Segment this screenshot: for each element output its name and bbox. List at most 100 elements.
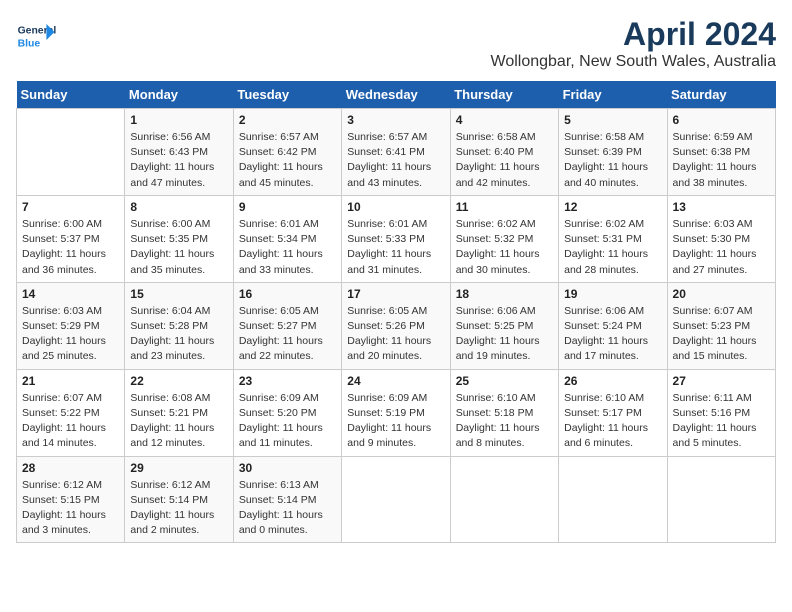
- calendar-table: SundayMondayTuesdayWednesdayThursdayFrid…: [16, 81, 776, 543]
- calendar-day-cell: 22 Sunrise: 6:08 AM Sunset: 5:21 PM Dayli…: [125, 369, 233, 456]
- calendar-day-cell: 2 Sunrise: 6:57 AM Sunset: 6:42 PM Daylig…: [233, 109, 341, 196]
- calendar-week-row: 21 Sunrise: 6:07 AM Sunset: 5:22 PM Dayli…: [17, 369, 776, 456]
- day-info: Sunrise: 6:12 AM Sunset: 5:15 PM Dayligh…: [22, 478, 119, 539]
- day-number: 25: [456, 374, 553, 388]
- calendar-week-row: 14 Sunrise: 6:03 AM Sunset: 5:29 PM Dayli…: [17, 282, 776, 369]
- day-number: 29: [130, 461, 227, 475]
- logo: General Blue: [16, 16, 62, 56]
- day-of-week-header: Thursday: [450, 81, 558, 109]
- calendar-day-cell: 26Sunrise: 6:10 AM Sunset: 5:17 PM Dayli…: [559, 369, 667, 456]
- calendar-day-cell: 19 Sunrise: 6:06 AM Sunset: 5:24 PM Dayli…: [559, 282, 667, 369]
- calendar-day-cell: 14 Sunrise: 6:03 AM Sunset: 5:29 PM Dayli…: [17, 282, 125, 369]
- day-number: 9: [239, 200, 336, 214]
- day-info: Sunrise: 6:02 AM Sunset: 5:32 PM Dayligh…: [456, 217, 553, 278]
- calendar-week-row: 7 Sunrise: 6:00 AM Sunset: 5:37 PM Daylig…: [17, 195, 776, 282]
- page-header: General Blue April 2024 Wollongbar, New …: [16, 16, 776, 71]
- calendar-day-cell: 4 Sunrise: 6:58 AM Sunset: 6:40 PM Daylig…: [450, 109, 558, 196]
- day-info: Sunrise: 6:59 AM Sunset: 6:38 PM Dayligh…: [673, 130, 770, 191]
- calendar-day-cell: 18Sunrise: 6:06 AM Sunset: 5:25 PM Dayli…: [450, 282, 558, 369]
- calendar-day-cell: 12 Sunrise: 6:02 AM Sunset: 5:31 PM Dayli…: [559, 195, 667, 282]
- day-number: 5: [564, 113, 661, 127]
- calendar-day-cell: 28Sunrise: 6:12 AM Sunset: 5:15 PM Dayli…: [17, 456, 125, 543]
- day-info: Sunrise: 6:07 AM Sunset: 5:22 PM Dayligh…: [22, 391, 119, 452]
- calendar-day-cell: [667, 456, 775, 543]
- day-info: Sunrise: 6:00 AM Sunset: 5:37 PM Dayligh…: [22, 217, 119, 278]
- day-number: 2: [239, 113, 336, 127]
- calendar-day-cell: [450, 456, 558, 543]
- svg-text:Blue: Blue: [18, 38, 41, 49]
- day-info: Sunrise: 6:03 AM Sunset: 5:30 PM Dayligh…: [673, 217, 770, 278]
- day-info: Sunrise: 6:06 AM Sunset: 5:24 PM Dayligh…: [564, 304, 661, 365]
- day-number: 8: [130, 200, 227, 214]
- day-info: Sunrise: 6:02 AM Sunset: 5:31 PM Dayligh…: [564, 217, 661, 278]
- calendar-day-cell: 25 Sunrise: 6:10 AM Sunset: 5:18 PM Dayli…: [450, 369, 558, 456]
- day-of-week-header: Monday: [125, 81, 233, 109]
- day-number: 3: [347, 113, 444, 127]
- day-number: 27: [673, 374, 770, 388]
- month-year: April 2024: [491, 16, 776, 53]
- day-number: 14: [22, 287, 119, 301]
- day-number: 24: [347, 374, 444, 388]
- calendar-day-cell: 29Sunrise: 6:12 AM Sunset: 5:14 PM Dayli…: [125, 456, 233, 543]
- calendar-day-cell: 21 Sunrise: 6:07 AM Sunset: 5:22 PM Dayli…: [17, 369, 125, 456]
- day-info: Sunrise: 6:07 AM Sunset: 5:23 PM Dayligh…: [673, 304, 770, 365]
- day-number: 21: [22, 374, 119, 388]
- calendar-day-cell: 23 Sunrise: 6:09 AM Sunset: 5:20 PM Dayli…: [233, 369, 341, 456]
- day-info: Sunrise: 6:13 AM Sunset: 5:14 PM Dayligh…: [239, 478, 336, 539]
- day-of-week-header: Friday: [559, 81, 667, 109]
- day-info: Sunrise: 6:58 AM Sunset: 6:39 PM Dayligh…: [564, 130, 661, 191]
- day-of-week-header: Tuesday: [233, 81, 341, 109]
- day-number: 16: [239, 287, 336, 301]
- day-number: 17: [347, 287, 444, 301]
- day-info: Sunrise: 6:08 AM Sunset: 5:21 PM Dayligh…: [130, 391, 227, 452]
- day-of-week-header: Wednesday: [342, 81, 450, 109]
- day-info: Sunrise: 6:10 AM Sunset: 5:17 PM Dayligh…: [564, 391, 661, 452]
- calendar-day-cell: 10Sunrise: 6:01 AM Sunset: 5:33 PM Dayli…: [342, 195, 450, 282]
- day-number: 19: [564, 287, 661, 301]
- day-number: 1: [130, 113, 227, 127]
- calendar-day-cell: 27 Sunrise: 6:11 AM Sunset: 5:16 PM Dayli…: [667, 369, 775, 456]
- calendar-day-cell: 16 Sunrise: 6:05 AM Sunset: 5:27 PM Dayli…: [233, 282, 341, 369]
- calendar-day-cell: 6 Sunrise: 6:59 AM Sunset: 6:38 PM Daylig…: [667, 109, 775, 196]
- title-block: April 2024 Wollongbar, New South Wales, …: [491, 16, 776, 71]
- day-number: 15: [130, 287, 227, 301]
- calendar-day-cell: 7 Sunrise: 6:00 AM Sunset: 5:37 PM Daylig…: [17, 195, 125, 282]
- day-number: 6: [673, 113, 770, 127]
- calendar-day-cell: 8 Sunrise: 6:00 AM Sunset: 5:35 PM Daylig…: [125, 195, 233, 282]
- calendar-day-cell: 3Sunrise: 6:57 AM Sunset: 6:41 PM Daylig…: [342, 109, 450, 196]
- calendar-day-cell: 11 Sunrise: 6:02 AM Sunset: 5:32 PM Dayli…: [450, 195, 558, 282]
- calendar-day-cell: 17 Sunrise: 6:05 AM Sunset: 5:26 PM Dayli…: [342, 282, 450, 369]
- day-info: Sunrise: 6:10 AM Sunset: 5:18 PM Dayligh…: [456, 391, 553, 452]
- day-of-week-header: Sunday: [17, 81, 125, 109]
- day-number: 13: [673, 200, 770, 214]
- calendar-day-cell: [17, 109, 125, 196]
- day-info: Sunrise: 6:57 AM Sunset: 6:42 PM Dayligh…: [239, 130, 336, 191]
- day-info: Sunrise: 6:00 AM Sunset: 5:35 PM Dayligh…: [130, 217, 227, 278]
- calendar-day-cell: 30 Sunrise: 6:13 AM Sunset: 5:14 PM Dayli…: [233, 456, 341, 543]
- calendar-day-cell: 24 Sunrise: 6:09 AM Sunset: 5:19 PM Dayli…: [342, 369, 450, 456]
- day-number: 10: [347, 200, 444, 214]
- day-number: 11: [456, 200, 553, 214]
- day-info: Sunrise: 6:06 AM Sunset: 5:25 PM Dayligh…: [456, 304, 553, 365]
- day-number: 22: [130, 374, 227, 388]
- day-number: 12: [564, 200, 661, 214]
- day-info: Sunrise: 6:09 AM Sunset: 5:19 PM Dayligh…: [347, 391, 444, 452]
- day-info: Sunrise: 6:11 AM Sunset: 5:16 PM Dayligh…: [673, 391, 770, 452]
- day-info: Sunrise: 6:58 AM Sunset: 6:40 PM Dayligh…: [456, 130, 553, 191]
- day-info: Sunrise: 6:01 AM Sunset: 5:34 PM Dayligh…: [239, 217, 336, 278]
- day-info: Sunrise: 6:09 AM Sunset: 5:20 PM Dayligh…: [239, 391, 336, 452]
- day-number: 4: [456, 113, 553, 127]
- day-info: Sunrise: 6:05 AM Sunset: 5:27 PM Dayligh…: [239, 304, 336, 365]
- calendar-day-cell: 20Sunrise: 6:07 AM Sunset: 5:23 PM Dayli…: [667, 282, 775, 369]
- calendar-week-row: 28Sunrise: 6:12 AM Sunset: 5:15 PM Dayli…: [17, 456, 776, 543]
- day-info: Sunrise: 6:56 AM Sunset: 6:43 PM Dayligh…: [130, 130, 227, 191]
- day-info: Sunrise: 6:05 AM Sunset: 5:26 PM Dayligh…: [347, 304, 444, 365]
- calendar-day-cell: 1 Sunrise: 6:56 AM Sunset: 6:43 PM Daylig…: [125, 109, 233, 196]
- calendar-day-cell: [559, 456, 667, 543]
- calendar-day-cell: [342, 456, 450, 543]
- day-info: Sunrise: 6:03 AM Sunset: 5:29 PM Dayligh…: [22, 304, 119, 365]
- day-of-week-header: Saturday: [667, 81, 775, 109]
- day-number: 30: [239, 461, 336, 475]
- day-number: 7: [22, 200, 119, 214]
- day-number: 23: [239, 374, 336, 388]
